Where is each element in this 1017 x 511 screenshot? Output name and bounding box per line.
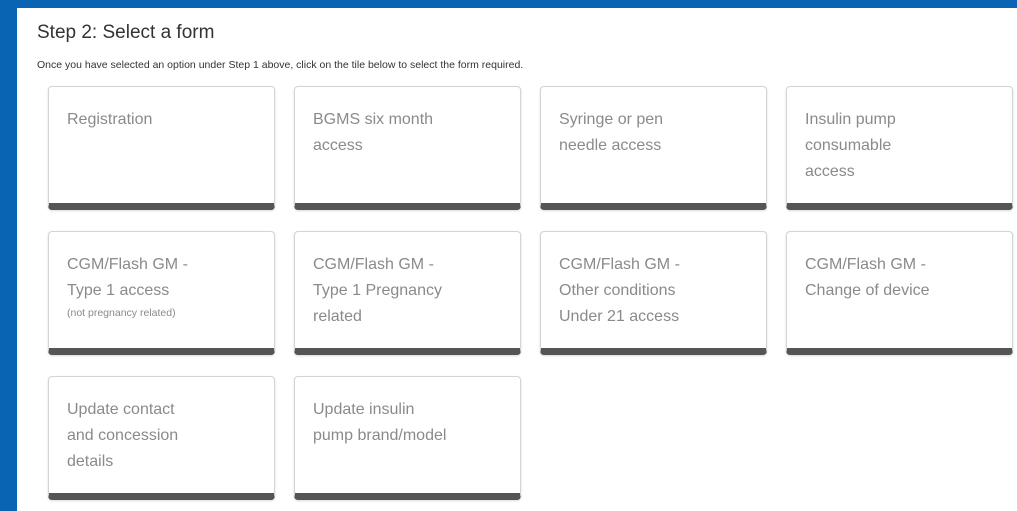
tile-label: Syringe or pen needle access: [559, 111, 664, 154]
step-description: Once you have selected an option under S…: [37, 59, 524, 71]
tile-label: Registration: [67, 111, 153, 128]
tile-update-contact-concession[interactable]: Update contact and concession details: [48, 376, 275, 500]
tile-cgm-other-conditions-under21[interactable]: CGM/Flash GM - Other conditions Under 21…: [540, 231, 767, 355]
tile-label: Update insulin pump brand/model: [313, 401, 447, 444]
tile-syringe-pen-needle-access[interactable]: Syringe or pen needle access: [540, 86, 767, 210]
tile-registration[interactable]: Registration: [48, 86, 275, 210]
tile-insulin-pump-consumable-access[interactable]: Insulin pump consumable access: [786, 86, 1013, 210]
tile-label: Update contact and concession details: [67, 401, 179, 470]
tile-label: CGM/Flash GM - Other conditions Under 21…: [559, 256, 680, 325]
tile-label: BGMS six month access: [313, 111, 434, 154]
form-selection-panel: Step 2: Select a form Once you have sele…: [17, 8, 1017, 511]
tile-label: Insulin pump consumable access: [805, 111, 896, 180]
tile-label: CGM/Flash GM - Type 1 access: [67, 256, 188, 299]
tile-update-insulin-pump[interactable]: Update insulin pump brand/model: [294, 376, 521, 500]
tile-label: CGM/Flash GM - Type 1 Pregnancy related: [313, 256, 442, 325]
step-title: Step 2: Select a form: [37, 22, 215, 43]
tile-label: CGM/Flash GM - Change of device: [805, 256, 930, 299]
tile-cgm-type1-access[interactable]: CGM/Flash GM - Type 1 access (not pregna…: [48, 231, 275, 355]
tile-cgm-change-of-device[interactable]: CGM/Flash GM - Change of device: [786, 231, 1013, 355]
tile-cgm-type1-pregnancy[interactable]: CGM/Flash GM - Type 1 Pregnancy related: [294, 231, 521, 355]
tile-note: (not pregnancy related): [67, 307, 176, 319]
tile-bgms-six-month-access[interactable]: BGMS six month access: [294, 86, 521, 210]
